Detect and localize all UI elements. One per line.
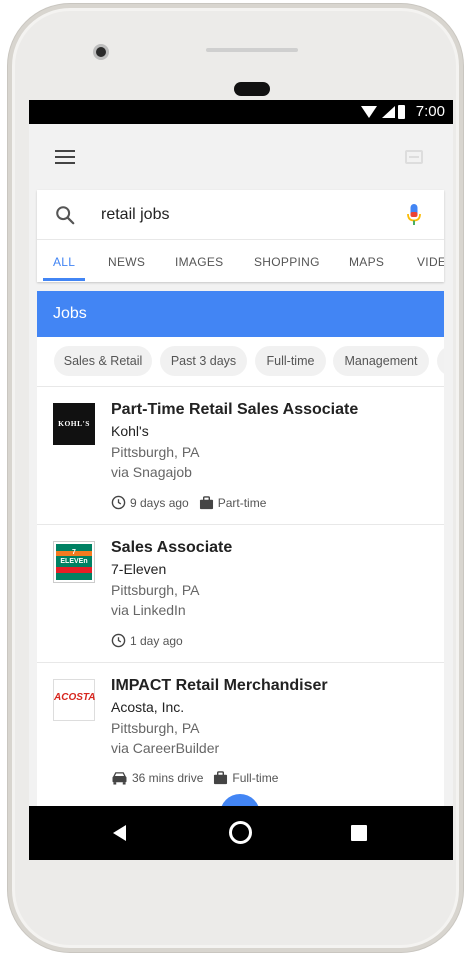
tab-news[interactable]: NEWS [108,255,145,269]
status-time: 7:00 [415,103,445,120]
tab-shopping[interactable]: SHOPPING [254,255,320,269]
job-title[interactable]: Part-Time Retail Sales Associate [111,401,358,419]
job-company: Kohl's [111,423,149,439]
speaker-grille [206,48,298,52]
job-title[interactable]: Sales Associate [111,539,232,557]
job-type: Part-time [217,496,267,510]
chip-sales-retail[interactable]: Sales & Retail [54,346,152,376]
earpiece [234,82,270,96]
home-icon[interactable] [229,821,252,844]
chip-past-3-days[interactable]: Past 3 days [160,346,247,376]
tab-images[interactable]: IMAGES [175,255,223,269]
screen: 7:00 ALL NEWS IMAGES SHOPPING MAPS V [29,100,453,860]
chip-full-time[interactable]: Full-time [255,346,326,376]
job-source: via LinkedIn [111,602,186,618]
menu-icon[interactable] [55,150,75,164]
job-company: 7-Eleven [111,561,167,577]
tab-all[interactable]: ALL [53,255,75,269]
recents-icon[interactable] [351,825,367,841]
status-bar: 7:00 [29,100,453,124]
search-icon[interactable] [54,204,76,226]
posted-time: 1 day ago [130,634,183,648]
posted-time: 9 days ago [130,496,189,510]
job-title[interactable]: IMPACT Retail Merchandiser [111,677,328,695]
filter-chips: Sales & Retail Past 3 days Full-time Man… [37,337,444,387]
chip-more[interactable] [437,346,444,376]
acosta-logo: ACOSTA [53,679,95,721]
app-bar [29,124,453,190]
job-listing[interactable]: ACOSTA IMPACT Retail Merchandiser Acosta… [37,663,444,801]
battery-icon [398,105,405,119]
job-source: via Snagajob [111,464,192,480]
drive-time: 36 mins drive [132,771,204,785]
car-icon [112,772,127,785]
job-type: Full-time [232,771,279,785]
briefcase-icon [199,496,213,510]
camera-icon [93,44,109,60]
search-tabs: ALL NEWS IMAGES SHOPPING MAPS VIDE [37,240,444,282]
job-location: Pittsburgh, PA [111,720,200,736]
job-meta: 1 day ago [111,633,193,649]
tab-videos[interactable]: VIDE [417,255,444,269]
job-meta: 9 days ago Part-time [111,495,276,511]
search-card: ALL NEWS IMAGES SHOPPING MAPS VIDE [37,190,444,282]
search-bar [37,190,444,240]
jobs-card: Sales & Retail Past 3 days Full-time Man… [37,337,444,857]
tabs-icon[interactable] [405,150,423,164]
job-source: via CareerBuilder [111,740,220,756]
chip-management[interactable]: Management [333,346,429,376]
active-tab-indicator [43,278,85,281]
search-input[interactable] [101,203,381,227]
back-icon[interactable] [113,825,126,841]
job-listing[interactable]: KOHL'S Part-Time Retail Sales Associate … [37,387,444,525]
jobs-header[interactable]: Jobs [37,291,444,337]
job-meta: 36 mins drive Full-time [111,771,288,787]
job-location: Pittsburgh, PA [111,582,200,598]
job-company: Acosta, Inc. [111,699,185,715]
wifi-icon [361,106,377,118]
mic-icon[interactable] [405,203,423,227]
job-listing[interactable]: 7 ELEVEn Sales Associate 7-Eleven Pittsb… [37,525,444,663]
seven-eleven-logo: 7 ELEVEn [53,541,95,583]
clock-icon [111,633,126,648]
job-location: Pittsburgh, PA [111,444,200,460]
clock-icon [111,495,126,510]
briefcase-icon [214,771,228,785]
navigation-bar [29,806,453,860]
kohls-logo: KOHL'S [53,403,95,445]
signal-icon [382,106,395,118]
tab-maps[interactable]: MAPS [349,255,384,269]
